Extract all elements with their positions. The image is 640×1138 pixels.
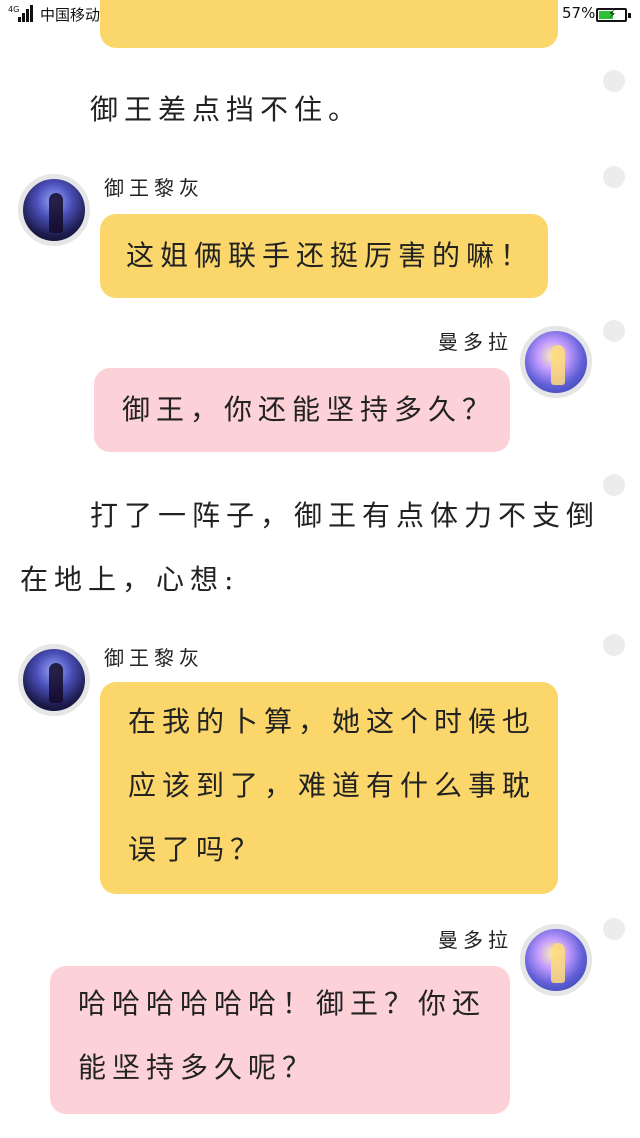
sender-name: 曼多拉 bbox=[438, 330, 513, 354]
sender-name: 御王黎灰 bbox=[104, 176, 204, 200]
message-text: 御王，你还能坚持多久？ bbox=[122, 393, 497, 426]
side-dot bbox=[603, 320, 625, 342]
message-text: 这姐俩联手还挺厉害的嘛！ bbox=[126, 239, 535, 272]
side-dot bbox=[603, 70, 625, 92]
avatar-manduola[interactable] bbox=[520, 924, 592, 996]
sender-name: 御王黎灰 bbox=[104, 646, 204, 670]
message-line: 在我的卜算，她这个时候也 bbox=[128, 705, 537, 738]
message-bubble: 哈哈哈哈哈哈！御王？你还 能坚持多久呢？ bbox=[50, 966, 510, 1114]
message-line: 误了吗？ bbox=[128, 833, 265, 866]
avatar-yuwang[interactable] bbox=[18, 174, 90, 246]
battery-icon: ⚡ bbox=[596, 7, 631, 22]
charging-bolt-icon: ⚡ bbox=[608, 7, 617, 21]
narration-text: 在地上，心想: bbox=[20, 563, 240, 596]
message-bubble: 这姐俩联手还挺厉害的嘛！ bbox=[100, 214, 548, 298]
narration-text: 御王差点挡不住。 bbox=[90, 93, 363, 126]
battery-percent: 57% bbox=[562, 4, 596, 22]
message-bubble: 御王，你还能坚持多久？ bbox=[94, 368, 510, 452]
avatar-yuwang[interactable] bbox=[18, 644, 90, 716]
message-line: 应该到了，难道有什么事耽 bbox=[128, 769, 537, 802]
message-line: 哈哈哈哈哈哈！御王？你还 bbox=[78, 987, 487, 1020]
avatar-manduola[interactable] bbox=[520, 326, 592, 398]
message-line: 能坚持多久呢？ bbox=[78, 1051, 317, 1084]
side-dot bbox=[603, 474, 625, 496]
message-bubble: 在我的卜算，她这个时候也 应该到了，难道有什么事耽 误了吗？ bbox=[100, 682, 558, 894]
side-dot bbox=[603, 166, 625, 188]
message-bubble-partial bbox=[100, 0, 558, 48]
narration-text: 打了一阵子，御王有点体力不支倒 bbox=[90, 499, 601, 532]
side-dot bbox=[603, 634, 625, 656]
side-dot bbox=[603, 918, 625, 940]
sender-name: 曼多拉 bbox=[438, 928, 513, 952]
